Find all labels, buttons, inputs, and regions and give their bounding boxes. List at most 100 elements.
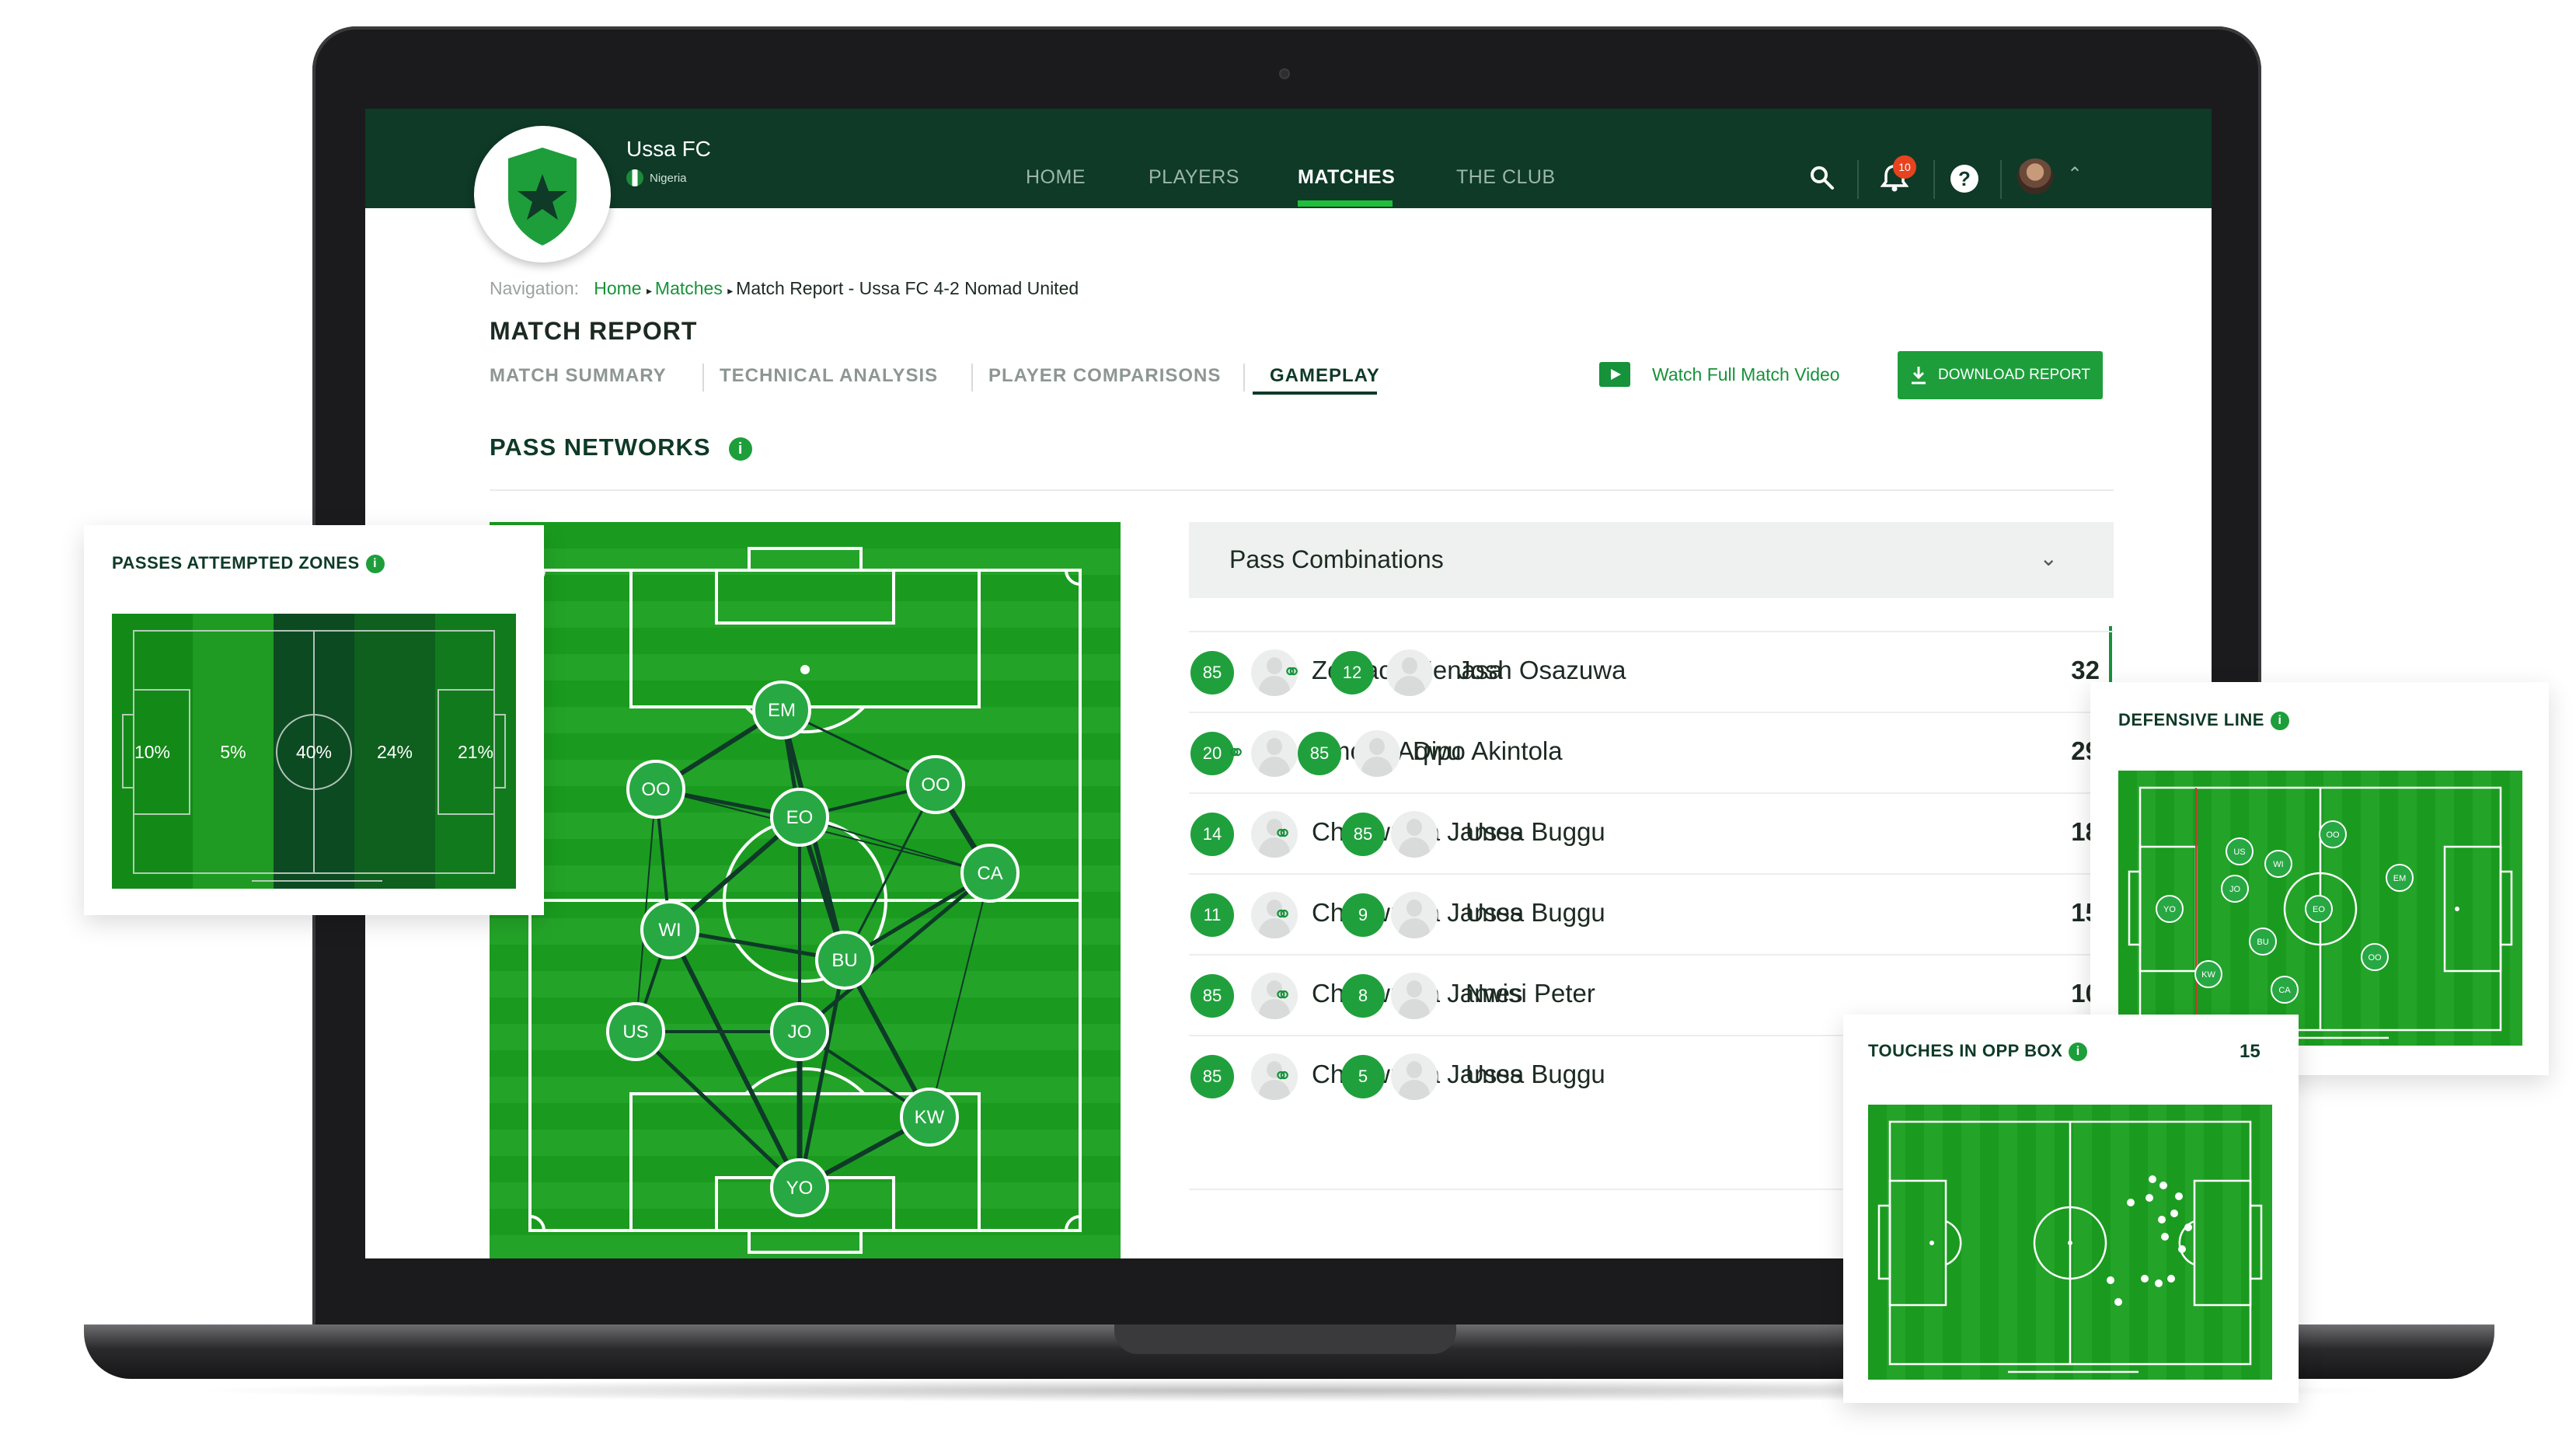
club-country-label: Nigeria bbox=[650, 171, 687, 185]
player-node-label: EO bbox=[786, 807, 814, 828]
tab-separator bbox=[702, 364, 704, 392]
section-title-label: PASS NETWORKS bbox=[490, 433, 711, 461]
defensive-player-node: OO bbox=[2319, 820, 2347, 848]
zone-percentage: 5% bbox=[220, 742, 246, 762]
player2-name[interactable]: Dipo Akintola bbox=[1413, 736, 1563, 766]
link-icon: ⚭ bbox=[1282, 660, 1302, 685]
player2-name[interactable]: Ussa Buggu bbox=[1466, 898, 1605, 928]
player-node[interactable]: YO bbox=[770, 1158, 829, 1217]
link-icon: ⚭ bbox=[1273, 983, 1293, 1008]
defensive-line-pitch: US WI OO JO EM YO EO BU OO KW CA bbox=[2118, 771, 2522, 1046]
player2-name[interactable]: Ussa Buggu bbox=[1466, 817, 1605, 847]
player-node-label: OO bbox=[641, 779, 670, 800]
info-icon[interactable]: i bbox=[2270, 712, 2289, 731]
passes-zones-title: PASSES ATTEMPTED ZONES i bbox=[112, 553, 385, 574]
link-icon: ⚭ bbox=[1273, 902, 1293, 928]
zone-percentage: 10% bbox=[134, 742, 170, 762]
watch-video-link[interactable]: Watch Full Match Video bbox=[1599, 362, 1840, 387]
player-node-label: JO bbox=[788, 1022, 812, 1043]
nav-the-club[interactable]: THE CLUB bbox=[1456, 166, 1556, 189]
zone-percentage: 40% bbox=[296, 742, 332, 762]
defensive-player-node: JO bbox=[2221, 875, 2249, 903]
tab-gameplay[interactable]: GAMEPLAY bbox=[1270, 365, 1380, 387]
player-node[interactable]: KW bbox=[900, 1088, 959, 1147]
player1-number-badge: 85 bbox=[1190, 1055, 1234, 1098]
info-icon[interactable]: i bbox=[729, 437, 753, 461]
tab-technical-analysis[interactable]: TECHNICAL ANALYSIS bbox=[720, 365, 938, 387]
combination-row[interactable]: 14Chukwuma James⚭85Ussa Buggu18 bbox=[1189, 792, 2114, 873]
download-report-label: DOWNLOAD REPORT bbox=[1937, 367, 2090, 383]
search-icon[interactable] bbox=[1809, 165, 1835, 191]
tab-match-summary[interactable]: MATCH SUMMARY bbox=[490, 365, 667, 387]
defensive-player-node: WI bbox=[2264, 850, 2292, 878]
player-node[interactable]: JO bbox=[770, 1002, 829, 1061]
pass-network-pitch: EM OO OO EO CA WI BU US JO KW YO bbox=[490, 522, 1121, 1258]
player-node-label: KW bbox=[915, 1107, 945, 1128]
defensive-player-label: KW bbox=[2201, 970, 2215, 980]
download-icon bbox=[1911, 367, 1926, 385]
link-icon: ⚭ bbox=[1273, 821, 1293, 847]
breadcrumb-matches-link[interactable]: Matches bbox=[655, 278, 723, 298]
nav-matches[interactable]: MATCHES bbox=[1298, 166, 1395, 189]
player-node[interactable]: OO bbox=[906, 755, 965, 814]
section-title: PASS NETWORKS i bbox=[490, 433, 753, 461]
player-node[interactable]: CA bbox=[960, 844, 1020, 903]
nav-divider bbox=[1933, 160, 1935, 199]
passes-zones-card: PASSES ATTEMPTED ZONES i 10% 5% 40% 24% 21% bbox=[84, 525, 544, 915]
download-report-button[interactable]: DOWNLOAD REPORT bbox=[1898, 351, 2103, 399]
link-icon: ⚭ bbox=[1273, 1063, 1293, 1089]
nav-divider bbox=[2000, 160, 2002, 199]
nav-home[interactable]: HOME bbox=[1026, 166, 1086, 189]
defensive-player-node: KW bbox=[2194, 960, 2222, 988]
tab-player-comparisons[interactable]: PLAYER COMPARISONS bbox=[988, 365, 1221, 387]
player-node[interactable]: US bbox=[606, 1002, 665, 1061]
player2-avatar bbox=[1386, 649, 1433, 696]
info-icon[interactable]: i bbox=[2069, 1043, 2088, 1062]
defensive-line-title: DEFENSIVE LINE i bbox=[2118, 710, 2289, 731]
tab-active-indicator bbox=[1253, 392, 1377, 395]
touches-title: TOUCHES IN OPP BOX i bbox=[1868, 1041, 2088, 1062]
player2-name[interactable]: Josh Osazuwa bbox=[1458, 656, 1626, 685]
player2-avatar bbox=[1391, 811, 1438, 858]
nav-players[interactable]: PLAYERS bbox=[1149, 166, 1239, 189]
defensive-player-label: EO bbox=[2313, 905, 2325, 914]
player2-avatar bbox=[1391, 1053, 1438, 1100]
touches-label: TOUCHES IN OPP BOX bbox=[1868, 1041, 2063, 1060]
defensive-player-node: EM bbox=[2386, 864, 2414, 892]
player-node[interactable]: EO bbox=[770, 788, 829, 847]
player-node[interactable]: WI bbox=[640, 900, 699, 959]
chevron-down-icon: ⌄ bbox=[2039, 546, 2058, 570]
player-node[interactable]: BU bbox=[815, 931, 874, 990]
player-node-label: WI bbox=[658, 920, 681, 941]
passes-zones-pitch: 10% 5% 40% 24% 21% bbox=[112, 614, 516, 889]
combination-row[interactable]: 85Zedrack Menasa⚭12Josh Osazuwa32 bbox=[1189, 631, 2114, 712]
player2-name[interactable]: Ussa Buggu bbox=[1466, 1060, 1605, 1089]
tab-separator bbox=[971, 364, 973, 392]
zone-percentage: 21% bbox=[458, 742, 493, 762]
combination-row[interactable]: 20 Emeka Aqwu ⚭ 85 Dipo Akintola 29 bbox=[1189, 712, 2114, 792]
breadcrumb-home-link[interactable]: Home bbox=[594, 278, 641, 298]
touches-opp-box-card: TOUCHES IN OPP BOX i 15 bbox=[1843, 1015, 2299, 1403]
player2-number-badge: 9 bbox=[1341, 893, 1385, 937]
touches-count: 15 bbox=[2240, 1041, 2261, 1062]
defensive-player-label: WI bbox=[2273, 860, 2283, 869]
player-node[interactable]: OO bbox=[626, 760, 685, 819]
info-icon[interactable]: i bbox=[365, 555, 385, 574]
chevron-up-icon[interactable]: ⌃ bbox=[2067, 163, 2083, 186]
player2-number-badge: 5 bbox=[1341, 1055, 1385, 1098]
combination-row[interactable]: 11Chukwuma James⚭9Ussa Buggu15 bbox=[1189, 873, 2114, 954]
user-avatar[interactable] bbox=[2017, 158, 2053, 194]
nav-divider bbox=[1857, 160, 1859, 199]
player2-name[interactable]: Nwisi Peter bbox=[1466, 979, 1595, 1008]
shield-star-icon bbox=[508, 148, 577, 245]
player1-number-badge: 85 bbox=[1190, 651, 1234, 694]
pass-combinations-dropdown[interactable]: Pass Combinations ⌄ bbox=[1189, 522, 2114, 598]
defensive-player-node: BU bbox=[2249, 928, 2277, 955]
player-node-label: CA bbox=[977, 863, 1002, 884]
help-icon[interactable]: ? bbox=[1950, 165, 1978, 193]
player-node[interactable]: EM bbox=[752, 681, 811, 740]
club-logo[interactable] bbox=[474, 126, 611, 263]
player-node-label: YO bbox=[786, 1178, 814, 1199]
player-node-label: OO bbox=[921, 774, 950, 795]
defensive-player-node: YO bbox=[2156, 895, 2184, 923]
